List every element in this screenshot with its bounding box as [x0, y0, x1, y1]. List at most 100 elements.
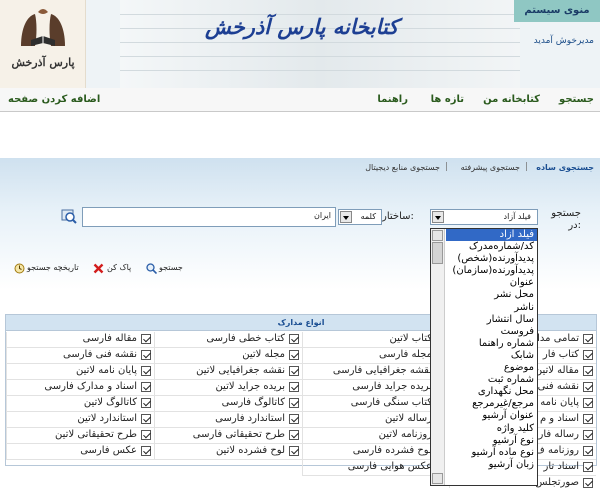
doc-types-column-4: مقاله فارسی نقشه فنی فارسی پایان نامه لاتی…: [6, 332, 154, 460]
tab-digital-search[interactable]: جستجوی منابع دیجیتال: [365, 163, 440, 172]
doc-type-checkbox[interactable]: [583, 350, 593, 360]
doc-type-checkbox[interactable]: [141, 446, 151, 456]
tab-advanced-search[interactable]: جستجوی پیشرفته: [461, 163, 520, 172]
doc-type-checkbox[interactable]: [583, 446, 593, 456]
doc-type-checkbox[interactable]: [583, 478, 593, 488]
doc-type-item[interactable]: استاندارد فارسی: [154, 412, 302, 428]
search-field-option[interactable]: فیلد آزاد: [446, 229, 537, 242]
doc-type-item[interactable]: طرح تحقیقاتی فارسی: [154, 428, 302, 444]
search-field-option[interactable]: زبان آرشیو: [446, 459, 537, 471]
search-history-button[interactable]: تاریخچه جستجو: [14, 262, 86, 276]
search-field-select[interactable]: فیلد آزاد: [430, 209, 538, 225]
nav-item-help[interactable]: راهنما: [377, 94, 408, 105]
doc-type-checkbox[interactable]: [289, 414, 299, 424]
doc-type-item[interactable]: بریده جراید لاتین: [154, 380, 302, 396]
doc-type-checkbox[interactable]: [289, 350, 299, 360]
doc-type-item[interactable]: بریده جراید فارسی: [302, 380, 449, 396]
chevron-down-icon[interactable]: [432, 211, 444, 223]
doc-type-item[interactable]: روزنامه لاتین: [302, 428, 449, 444]
doc-type-item[interactable]: پایان نامه لاتین: [6, 364, 154, 380]
add-page-link[interactable]: اضافه کردن صفحه: [8, 94, 100, 105]
search-field-option[interactable]: کلید واژه: [446, 423, 537, 435]
system-menu-button[interactable]: منوی سیستم: [514, 0, 600, 22]
clear-button[interactable]: پاک کن: [93, 262, 137, 276]
search-field-option[interactable]: محل نگهداری: [446, 386, 537, 398]
options-scrollbar[interactable]: [431, 229, 445, 485]
doc-type-checkbox[interactable]: [289, 398, 299, 408]
search-field-option[interactable]: کد/شماره‌مدرک: [446, 241, 537, 253]
tab-simple-search[interactable]: جستجوی ساده: [536, 163, 594, 172]
nav-item-news[interactable]: تازه ها: [431, 94, 464, 105]
doc-type-item[interactable]: مجله فارسی: [302, 348, 449, 364]
search-field-option[interactable]: عنوان آرشیو: [446, 410, 537, 422]
search-field-option[interactable]: شماره ثبت: [446, 374, 537, 386]
doc-type-checkbox[interactable]: [583, 366, 593, 376]
search-field-option[interactable]: پدیدآورنده(سازمان): [446, 265, 537, 277]
search-input-value: ایران: [314, 211, 331, 220]
search-field-options-list[interactable]: فیلد آزاد کد/شماره‌مدرک پدیدآورنده(شخص) پدی…: [430, 228, 538, 486]
doc-type-checkbox[interactable]: [289, 446, 299, 456]
doc-type-item[interactable]: عکس هوایی فارسی: [302, 460, 449, 476]
scroll-thumb[interactable]: [432, 242, 443, 264]
doc-type-checkbox[interactable]: [141, 366, 151, 376]
doc-type-checkbox[interactable]: [141, 414, 151, 424]
doc-type-checkbox[interactable]: [583, 430, 593, 440]
scroll-down-arrow-icon[interactable]: [432, 473, 443, 484]
search-field-option[interactable]: فروست: [446, 326, 537, 338]
doc-type-item[interactable]: اسناد و مدارک فارسی: [6, 380, 154, 396]
doc-type-checkbox[interactable]: [583, 462, 593, 472]
doc-type-item[interactable]: لوح فشرده فارسی: [302, 444, 449, 460]
search-field-option[interactable]: مرجع/غیرمرجع: [446, 398, 537, 410]
structure-select[interactable]: کلمه: [338, 209, 382, 225]
doc-type-label: استاندارد فارسی: [215, 413, 285, 424]
doc-type-checkbox[interactable]: [141, 398, 151, 408]
search-field-option[interactable]: نوع ماده آرشیو: [446, 447, 537, 459]
doc-type-item[interactable]: کتاب سنگی فارسی: [302, 396, 449, 412]
doc-type-checkbox[interactable]: [289, 430, 299, 440]
doc-type-checkbox[interactable]: [289, 334, 299, 344]
chevron-down-icon[interactable]: [340, 211, 352, 223]
doc-type-item[interactable]: نقشه جغرافیایی فارسی: [302, 364, 449, 380]
nav-item-search[interactable]: جستجو: [559, 94, 594, 105]
doc-type-checkbox[interactable]: [141, 350, 151, 360]
doc-type-checkbox[interactable]: [141, 382, 151, 392]
doc-type-checkbox[interactable]: [141, 334, 151, 344]
search-button[interactable]: جستجو: [146, 262, 186, 276]
doc-type-item[interactable]: کتاب خطی فارسی: [154, 332, 302, 348]
doc-type-item[interactable]: عکس فارسی: [6, 444, 154, 460]
doc-type-label: مجله فارسی: [378, 349, 432, 360]
doc-type-item[interactable]: مقاله فارسی: [6, 332, 154, 348]
search-field-option[interactable]: موضوع: [446, 362, 537, 374]
doc-type-item[interactable]: استاندارد لاتین: [6, 412, 154, 428]
search-field-option[interactable]: پدیدآورنده(شخص): [446, 253, 537, 265]
doc-type-item[interactable]: لوح فشرده لاتین: [154, 444, 302, 460]
doc-type-checkbox[interactable]: [289, 366, 299, 376]
doc-type-item[interactable]: نقشه جغرافیایی لاتین: [154, 364, 302, 380]
search-field-option[interactable]: شماره راهنما: [446, 338, 537, 350]
doc-type-checkbox[interactable]: [289, 382, 299, 392]
search-field-option[interactable]: نوع آرشیو: [446, 435, 537, 447]
logo[interactable]: پارس آذرخش: [0, 0, 86, 88]
doc-type-checkbox[interactable]: [583, 334, 593, 344]
search-field-option[interactable]: ناشر: [446, 302, 537, 314]
doc-type-label: نقشه فنی فارسی: [63, 349, 137, 360]
doc-type-checkbox[interactable]: [583, 382, 593, 392]
doc-type-item[interactable]: کاتالوگ لاتین: [6, 396, 154, 412]
image-search-icon[interactable]: [61, 208, 77, 224]
doc-type-checkbox[interactable]: [583, 398, 593, 408]
search-field-option[interactable]: محل نشر: [446, 289, 537, 301]
search-field-option[interactable]: شابک: [446, 350, 537, 362]
doc-type-item[interactable]: مجله لاتین: [154, 348, 302, 364]
doc-type-checkbox[interactable]: [583, 414, 593, 424]
nav-item-my-library[interactable]: کتابخانه من: [483, 94, 540, 105]
scroll-up-arrow-icon[interactable]: [432, 230, 443, 241]
search-field-option[interactable]: عنوان: [446, 277, 537, 289]
doc-type-item[interactable]: رساله لاتین: [302, 412, 449, 428]
search-field-option[interactable]: سال انتشار: [446, 314, 537, 326]
doc-type-item[interactable]: کاتالوگ فارسی: [154, 396, 302, 412]
doc-type-item[interactable]: نقشه فنی فارسی: [6, 348, 154, 364]
search-input[interactable]: ایران: [82, 207, 336, 227]
doc-type-checkbox[interactable]: [141, 430, 151, 440]
doc-type-item[interactable]: کتاب لاتین: [302, 332, 449, 348]
doc-type-item[interactable]: طرح تحقیقاتی لاتین: [6, 428, 154, 444]
